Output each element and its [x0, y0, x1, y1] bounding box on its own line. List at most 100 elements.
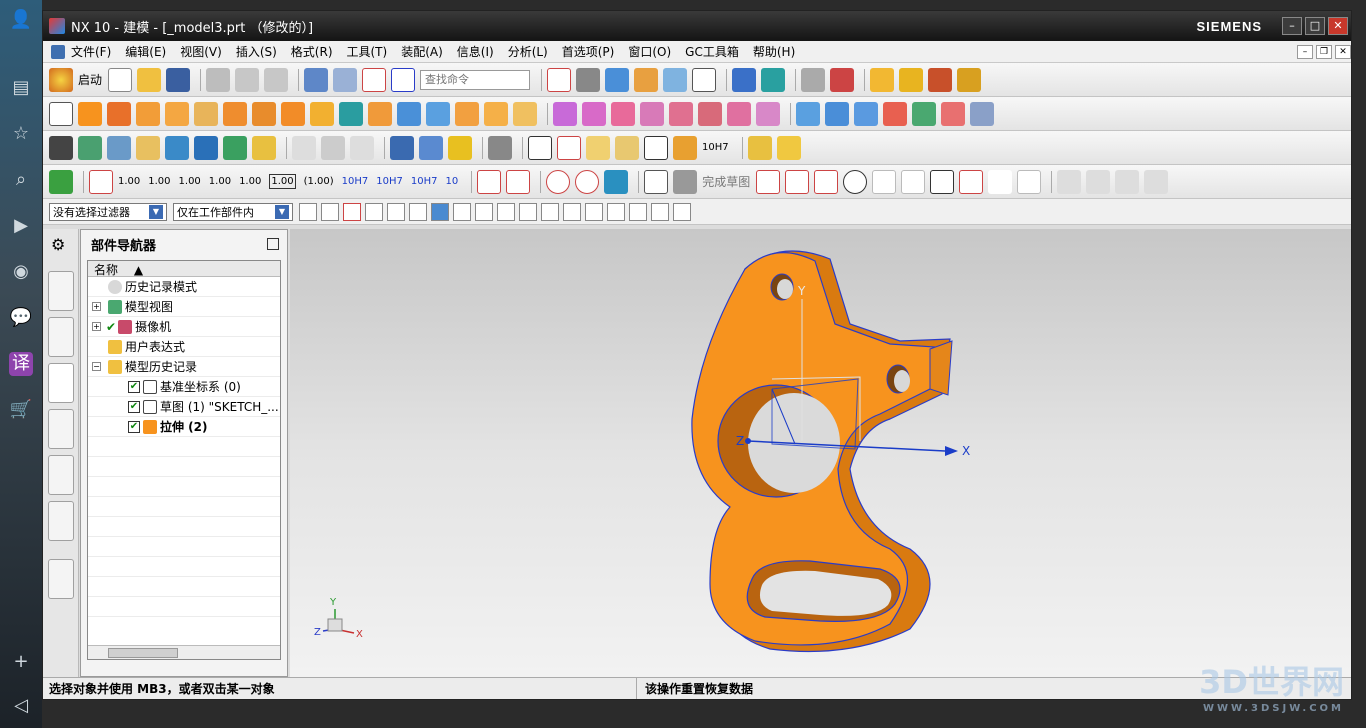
block-icon[interactable]: [136, 101, 160, 126]
studio-surface-icon[interactable]: [970, 101, 994, 126]
wcs-icon[interactable]: [732, 67, 757, 92]
constraint-icon[interactable]: [1144, 169, 1169, 194]
filter-rect-icon[interactable]: [387, 202, 405, 221]
collapse-icon[interactable]: ◁: [9, 694, 33, 718]
tree-node-datum-csys[interactable]: ✔ 基准坐标系 (0): [88, 377, 280, 397]
through-curves-icon[interactable]: [825, 101, 849, 126]
dim-format-5[interactable]: 1.00: [239, 176, 261, 187]
curve-arrow-icon[interactable]: [604, 169, 629, 194]
menu-insert[interactable]: 插入(S): [236, 43, 277, 60]
radius-dim-icon[interactable]: [477, 169, 502, 194]
snap-intersect-icon[interactable]: [519, 202, 537, 221]
circle-icon[interactable]: [843, 169, 868, 194]
dim-format-tol[interactable]: 10: [446, 176, 459, 187]
add-icon[interactable]: +: [9, 650, 33, 674]
move-object-icon[interactable]: [761, 67, 786, 92]
star-icon[interactable]: ☆: [9, 122, 33, 146]
scope-filter-select[interactable]: 仅在工作部件内 ▼: [173, 202, 293, 221]
trim-icon[interactable]: [1057, 169, 1082, 194]
revolve-icon[interactable]: [107, 101, 131, 126]
dim-format-fit-tol[interactable]: 10H7: [411, 176, 438, 187]
delete-face-icon[interactable]: [669, 101, 693, 126]
snap-surface-icon[interactable]: [651, 202, 669, 221]
tolerance-label[interactable]: 10H7: [702, 142, 729, 153]
minimize-button[interactable]: –: [1282, 17, 1302, 35]
fit-view-icon[interactable]: [362, 67, 387, 92]
visibility-checkbox[interactable]: ✔: [128, 400, 140, 413]
visibility-checkbox[interactable]: ✔: [128, 380, 140, 393]
video-icon[interactable]: ▶: [9, 214, 33, 238]
cut-icon[interactable]: [206, 67, 231, 92]
extrude-icon[interactable]: [78, 101, 102, 126]
triangle-icon[interactable]: [528, 135, 552, 160]
make-corner-icon[interactable]: [1115, 169, 1140, 194]
menu-app-icon[interactable]: [51, 44, 65, 59]
point-icon[interactable]: [988, 169, 1013, 194]
menu-format[interactable]: 格式(R): [291, 43, 333, 60]
dim-format-reference[interactable]: (1.00): [304, 176, 334, 187]
close-button[interactable]: ✕: [1328, 17, 1348, 35]
menu-assemblies[interactable]: 装配(A): [401, 43, 443, 60]
n-sided-icon[interactable]: [941, 101, 965, 126]
hammer-icon[interactable]: [194, 135, 218, 160]
start-icon[interactable]: [49, 67, 73, 92]
datum-plane-icon[interactable]: [89, 169, 113, 194]
paste-icon[interactable]: [264, 67, 289, 92]
snap-arc-center-icon[interactable]: [563, 202, 581, 221]
filter-body-icon[interactable]: [431, 202, 449, 221]
sketch-orient-icon[interactable]: [644, 169, 669, 194]
snap-endpoint-icon[interactable]: [453, 202, 471, 221]
intersect-icon[interactable]: [368, 101, 392, 126]
circle-dim-icon[interactable]: [546, 169, 571, 194]
tree-node-user-expressions[interactable]: 用户表达式: [88, 337, 280, 357]
edge-blend-icon[interactable]: [455, 101, 479, 126]
tree-node-extrude[interactable]: ✔ 拉伸 (2): [88, 417, 280, 437]
cart-icon[interactable]: 🛒: [9, 398, 33, 422]
sketch-icon[interactable]: [49, 101, 73, 126]
finish-sketch-icon[interactable]: [673, 169, 698, 194]
navigator-tree[interactable]: 名称 ▲ 历史记录模式 + 模型视图 + ✔ 摄像机 用户表达式 − 模型历史记…: [87, 260, 281, 660]
document-icon[interactable]: ▤: [9, 76, 33, 100]
menu-tools[interactable]: 工具(T): [347, 43, 388, 60]
ring-icon[interactable]: [448, 135, 472, 160]
snap-existing-point-icon[interactable]: [607, 202, 625, 221]
tree-node-sketch[interactable]: ✔ 草图 (1) "SKETCH_...: [88, 397, 280, 417]
menu-window[interactable]: 窗口(O): [628, 43, 671, 60]
filter-face-icon[interactable]: [409, 202, 427, 221]
sphere-icon[interactable]: [223, 101, 247, 126]
live-icon[interactable]: ◉: [9, 260, 33, 284]
component-icon[interactable]: [776, 135, 801, 160]
layer-icon[interactable]: [78, 135, 102, 160]
graphics-window[interactable]: Y X Z Y X Z: [290, 229, 1351, 677]
edit-pen-icon[interactable]: [673, 135, 697, 160]
measure-distance-icon[interactable]: [870, 67, 895, 92]
collapse-icon[interactable]: −: [92, 362, 101, 371]
hole-icon[interactable]: [252, 101, 276, 126]
doc-close-button[interactable]: ✕: [1335, 44, 1351, 59]
view-orient-icon[interactable]: [605, 67, 630, 92]
dim-format-fit[interactable]: 10H7: [342, 176, 369, 187]
copy-icon[interactable]: [235, 67, 260, 92]
dimension-icon[interactable]: [928, 67, 953, 92]
filter-assembly-icon[interactable]: [299, 202, 317, 221]
drawing-sheet-icon[interactable]: [586, 135, 610, 160]
draft-icon[interactable]: [582, 101, 606, 126]
curve-network-icon[interactable]: [883, 101, 907, 126]
dim-format-2[interactable]: 1.00: [148, 176, 170, 187]
document-view-icon[interactable]: [644, 135, 668, 160]
new-file-icon[interactable]: [108, 67, 133, 92]
menu-gc-toolkit[interactable]: GC工具箱: [685, 43, 739, 60]
fillet-icon[interactable]: [872, 169, 897, 194]
measure-angle-icon[interactable]: [899, 67, 924, 92]
dim-format-4[interactable]: 1.00: [209, 176, 231, 187]
subtract-icon[interactable]: [339, 101, 363, 126]
unite-icon[interactable]: [310, 101, 334, 126]
model-viewport[interactable]: Y X Z Y X Z: [290, 229, 1351, 677]
chamfer-sketch-icon[interactable]: [901, 169, 926, 194]
shell-icon[interactable]: [513, 101, 537, 126]
move-face-icon[interactable]: [611, 101, 635, 126]
split-body-icon[interactable]: [426, 101, 450, 126]
part-body[interactable]: [691, 250, 953, 653]
visibility-checkbox[interactable]: ✔: [128, 420, 140, 433]
ruler-icon[interactable]: [957, 67, 982, 92]
